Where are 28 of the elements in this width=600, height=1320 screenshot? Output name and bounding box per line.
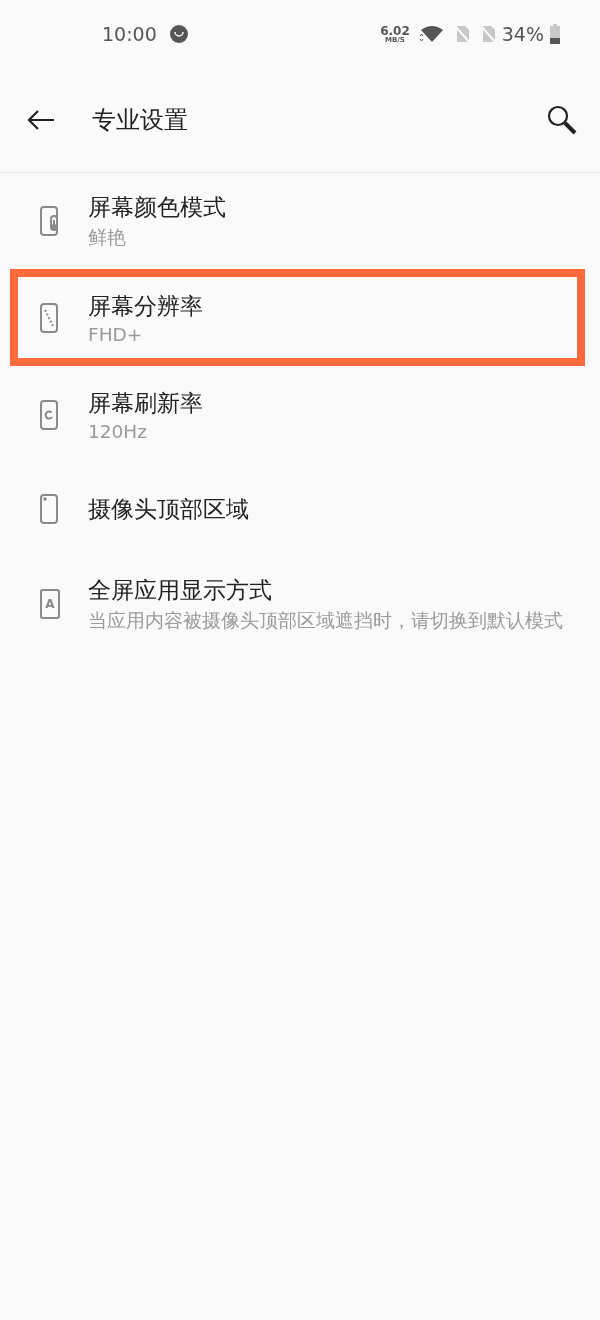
resolution-icon (39, 301, 61, 334)
row-title: 屏幕刷新率 (88, 389, 203, 418)
row-subtitle: 当应用内容被摄像头顶部区域遮挡时，请切换到默认模式 (88, 609, 563, 633)
row-title: 全屏应用显示方式 (88, 576, 273, 605)
settings-row[interactable]: 屏幕分辨率 FHD+ (10, 269, 585, 366)
notification-icon (168, 24, 189, 44)
row-subtitle: FHD+ (88, 323, 144, 345)
refresh-icon (39, 399, 61, 431)
row-title: 屏幕分辨率 (88, 291, 203, 321)
page-title: 专业设置 (92, 105, 189, 136)
row-title: 屏幕颜色模式 (88, 193, 226, 222)
wifi-icon (417, 24, 446, 44)
settings-row[interactable]: 屏幕刷新率 120Hz (10, 366, 585, 464)
settings-row[interactable]: 屏幕颜色模式 鲜艳 (10, 173, 585, 269)
settings-row[interactable]: A 全屏应用显示方式 当应用内容被摄像头顶部区域遮挡时，请切换到默认模式 (10, 554, 585, 654)
thermometer-icon (39, 205, 61, 237)
settings-row[interactable]: 摄像头顶部区域 (10, 464, 585, 554)
battery-icon (550, 24, 560, 44)
letter-icon: A (40, 589, 60, 619)
phone-icon (39, 493, 61, 525)
network-speed: 6.02 (380, 24, 410, 37)
battery-percent: 34% (501, 23, 544, 45)
row-subtitle: 鲜艳 (88, 226, 127, 250)
row-title: 摄像头顶部区域 (88, 494, 249, 524)
search-icon[interactable] (546, 104, 578, 136)
row-subtitle: 120Hz (88, 421, 148, 442)
status-time: 10:00 (102, 23, 157, 45)
back-arrow-icon[interactable] (26, 108, 56, 132)
